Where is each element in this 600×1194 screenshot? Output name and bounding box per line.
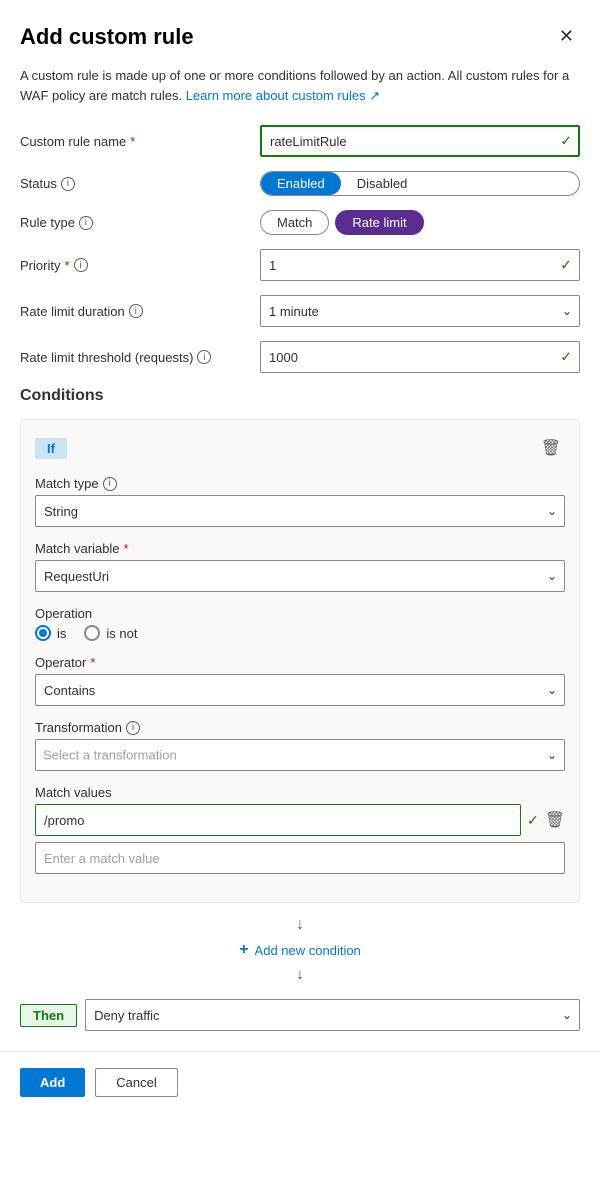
conditions-section-title: Conditions (20, 387, 580, 405)
priority-check-icon: ✓ (560, 257, 572, 274)
rule-type-group: Match Rate limit (260, 210, 580, 235)
rate-limit-threshold-check-icon: ✓ (560, 349, 572, 366)
operation-group: Operation is is not (35, 606, 565, 641)
cancel-button[interactable]: Cancel (95, 1068, 177, 1097)
match-type-label: Match type i (35, 476, 565, 491)
if-badge: If (35, 438, 67, 459)
add-button[interactable]: Add (20, 1068, 85, 1097)
match-value-1-input[interactable] (35, 804, 521, 836)
transformation-group: Transformation i Select a transformation… (35, 720, 565, 771)
rule-name-input[interactable] (260, 125, 580, 157)
rule-type-info-icon[interactable]: i (79, 216, 93, 230)
footer-divider (0, 1051, 600, 1052)
rate-limit-duration-select[interactable]: 1 minute (260, 295, 580, 327)
match-variable-label: Match variable * (35, 541, 565, 556)
rate-limit-duration-select-wrapper: 1 minute ⌄ (260, 295, 580, 327)
match-variable-select[interactable]: RequestUri (35, 560, 565, 592)
match-values-group: Match values ✓ 🗑 Enter a match value (35, 785, 565, 874)
operation-is-not-radio[interactable] (84, 625, 100, 641)
priority-select[interactable]: 1 (260, 249, 580, 281)
transformation-label: Transformation i (35, 720, 565, 735)
add-condition-button[interactable]: + Add new condition (231, 937, 369, 963)
rate-limit-duration-label: Rate limit duration i (20, 304, 250, 319)
priority-select-wrapper: 1 ✓ (260, 249, 580, 281)
rate-limit-duration-info-icon[interactable]: i (129, 304, 143, 318)
status-control: Enabled Disabled (260, 171, 580, 196)
then-row: Then Deny traffic ⌄ (20, 999, 580, 1031)
match-type-group: Match type i String ⌄ (35, 476, 565, 527)
footer-buttons: Add Cancel (20, 1068, 580, 1107)
rule-name-control: ✓ (260, 125, 580, 157)
status-enabled-button[interactable]: Enabled (261, 172, 341, 195)
operator-select[interactable]: Contains (35, 674, 565, 706)
panel-title: Add custom rule (20, 24, 194, 50)
rule-type-rate-limit-button[interactable]: Rate limit (335, 210, 423, 235)
transformation-info-icon[interactable]: i (126, 721, 140, 735)
rate-limit-threshold-select[interactable]: 1000 (260, 341, 580, 373)
status-toggle-group: Enabled Disabled (260, 171, 580, 196)
operator-group: Operator * Contains ⌄ (35, 655, 565, 706)
match-values-label: Match values (35, 785, 565, 800)
operator-select-wrapper: Contains ⌄ (35, 674, 565, 706)
rule-name-row: Custom rule name * ✓ (20, 125, 580, 157)
arrow-down-2-icon: ↓ (296, 967, 304, 983)
rate-limit-threshold-info-icon[interactable]: i (197, 350, 211, 364)
plus-icon: + (239, 941, 248, 959)
status-label: Status i (20, 176, 250, 191)
condition-card: If 🗑 Match type i String ⌄ Match variabl… (20, 419, 580, 903)
match-value-1-delete-button[interactable]: 🗑 (545, 810, 565, 830)
operation-label: Operation (35, 606, 565, 621)
panel-header: Add custom rule ✕ (20, 24, 580, 50)
condition-header: If 🗑 (35, 434, 565, 462)
action-select-wrapper: Deny traffic ⌄ (85, 999, 580, 1031)
transformation-select[interactable] (35, 739, 565, 771)
description-text: A custom rule is made up of one or more … (20, 66, 580, 105)
status-row: Status i Enabled Disabled (20, 171, 580, 196)
match-value-1-check-icon: ✓ (527, 812, 539, 829)
match-value-placeholder-input[interactable]: Enter a match value (35, 842, 565, 874)
operator-label: Operator * (35, 655, 565, 670)
add-condition-area: ↓ + Add new condition ↓ (20, 917, 580, 983)
rule-type-match-button[interactable]: Match (260, 210, 329, 235)
operation-is-not-option[interactable]: is not (84, 625, 137, 641)
rate-limit-threshold-label: Rate limit threshold (requests) i (20, 350, 250, 365)
delete-condition-button[interactable]: 🗑 (537, 434, 565, 462)
rule-type-control: Match Rate limit (260, 210, 580, 235)
rule-type-label: Rule type i (20, 215, 250, 230)
operation-is-radio[interactable] (35, 625, 51, 641)
match-variable-select-wrapper: RequestUri ⌄ (35, 560, 565, 592)
arrow-down-icon: ↓ (296, 917, 304, 933)
priority-row: Priority * i 1 ✓ (20, 249, 580, 281)
rule-name-label: Custom rule name * (20, 134, 250, 149)
match-type-info-icon[interactable]: i (103, 477, 117, 491)
match-value-placeholder-row: Enter a match value (35, 842, 565, 874)
close-button[interactable]: ✕ (553, 24, 580, 49)
transformation-select-wrapper: Select a transformation ⌄ (35, 739, 565, 771)
rate-limit-duration-row: Rate limit duration i 1 minute ⌄ (20, 295, 580, 327)
match-type-select-wrapper: String ⌄ (35, 495, 565, 527)
priority-label: Priority * i (20, 258, 250, 273)
rule-type-row: Rule type i Match Rate limit (20, 210, 580, 235)
then-badge: Then (20, 1004, 77, 1027)
rate-limit-threshold-row: Rate limit threshold (requests) i 1000 ✓ (20, 341, 580, 373)
match-value-1-row: ✓ 🗑 (35, 804, 565, 836)
operation-is-option[interactable]: is (35, 625, 66, 641)
priority-required: * (64, 258, 69, 273)
required-indicator: * (130, 134, 135, 149)
operation-radio-group: is is not (35, 625, 565, 641)
match-type-select[interactable]: String (35, 495, 565, 527)
match-variable-group: Match variable * RequestUri ⌄ (35, 541, 565, 592)
external-link-icon: ↗ (369, 88, 380, 103)
validation-check-icon: ✓ (560, 133, 572, 150)
action-select[interactable]: Deny traffic (85, 999, 580, 1031)
rate-limit-threshold-select-wrapper: 1000 ✓ (260, 341, 580, 373)
priority-info-icon[interactable]: i (74, 258, 88, 272)
learn-more-link[interactable]: Learn more about custom rules ↗ (186, 88, 380, 103)
status-disabled-button[interactable]: Disabled (341, 172, 424, 195)
status-info-icon[interactable]: i (61, 177, 75, 191)
